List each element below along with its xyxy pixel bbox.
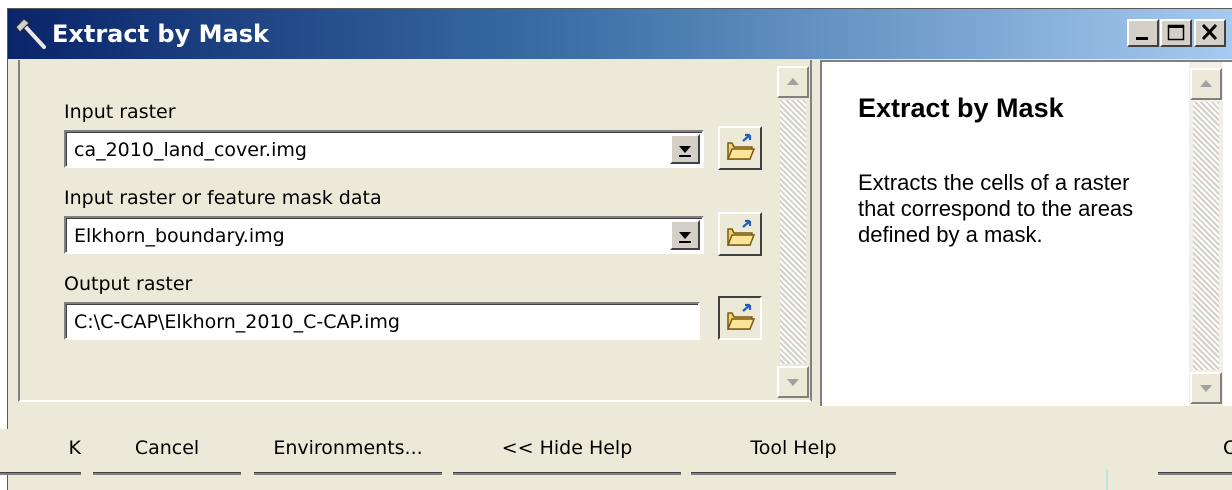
arrow-up-icon — [1200, 80, 1212, 87]
dialog-button-bar: K Cancel Environments... << Hide Help To… — [0, 409, 1232, 490]
input-raster-value: ca_2010_land_cover.img — [74, 139, 307, 161]
chevron-down-icon — [679, 146, 691, 157]
extract-by-mask-dialog: Extract by Mask Input raster ca_2010_lan… — [0, 8, 1232, 490]
ok-button[interactable]: K — [0, 429, 81, 475]
output-raster-input[interactable]: C:\C-CAP\Elkhorn_2010_C-CAP.img — [64, 302, 700, 340]
input-raster-browse-button[interactable] — [718, 126, 762, 170]
cancel-button[interactable]: Cancel — [93, 429, 241, 475]
mask-data-dropdown-button[interactable] — [670, 220, 700, 250]
help-scrollbar[interactable] — [1189, 62, 1223, 406]
arrow-up-icon — [787, 78, 799, 85]
title-bar[interactable]: Extract by Mask — [8, 9, 1232, 59]
help-scroll-up-button[interactable] — [1190, 68, 1222, 100]
arrow-down-icon — [787, 379, 799, 386]
environments-button[interactable]: Environments... — [254, 429, 442, 475]
close-button[interactable] — [1194, 19, 1226, 47]
input-raster-dropdown[interactable]: ca_2010_land_cover.img — [64, 130, 704, 168]
close-icon — [1201, 23, 1218, 41]
help-description: Extracts the cells of a raster that corr… — [858, 170, 1134, 247]
scroll-track[interactable] — [780, 100, 806, 364]
hide-help-button[interactable]: << Hide Help — [453, 429, 681, 475]
divider — [1106, 469, 1108, 490]
mask-data-value: Elkhorn_boundary.img — [74, 225, 285, 247]
hammer-tool-icon — [15, 18, 46, 49]
maximize-icon — [1167, 24, 1185, 41]
parameters-scrollbar[interactable] — [776, 60, 810, 400]
output-raster-browse-button[interactable] — [718, 296, 762, 340]
maximize-button[interactable] — [1160, 19, 1192, 47]
input-raster-label: Input raster — [64, 101, 176, 123]
minimize-icon — [1136, 37, 1148, 40]
mask-data-browse-button[interactable] — [718, 212, 762, 256]
window-title: Extract by Mask — [52, 20, 269, 48]
mask-data-dropdown[interactable]: Elkhorn_boundary.img — [64, 216, 704, 254]
open-folder-icon — [726, 219, 756, 246]
mask-data-label: Input raster or feature mask data — [64, 187, 382, 209]
scroll-up-button[interactable] — [777, 66, 809, 98]
help-title: Extract by Mask — [858, 93, 1064, 123]
output-raster-value: C:\C-CAP\Elkhorn_2010_C-CAP.img — [74, 311, 400, 333]
input-raster-dropdown-button[interactable] — [670, 134, 700, 164]
partial-button[interactable]: O — [1158, 429, 1232, 475]
parameters-panel: Input raster ca_2010_land_cover.img Inpu… — [18, 60, 812, 402]
open-folder-icon — [726, 133, 756, 160]
chevron-down-icon — [679, 232, 691, 243]
output-raster-label: Output raster — [64, 273, 193, 295]
scroll-down-button[interactable] — [777, 366, 809, 398]
help-scroll-down-button[interactable] — [1190, 372, 1222, 404]
minimize-button[interactable] — [1127, 19, 1159, 47]
tool-help-button[interactable]: Tool Help — [691, 429, 896, 475]
arrow-down-icon — [1200, 385, 1212, 392]
help-scroll-track[interactable] — [1193, 102, 1219, 370]
open-folder-icon — [726, 303, 756, 330]
help-panel: Extract by Mask Extracts the cells of a … — [820, 60, 1232, 406]
